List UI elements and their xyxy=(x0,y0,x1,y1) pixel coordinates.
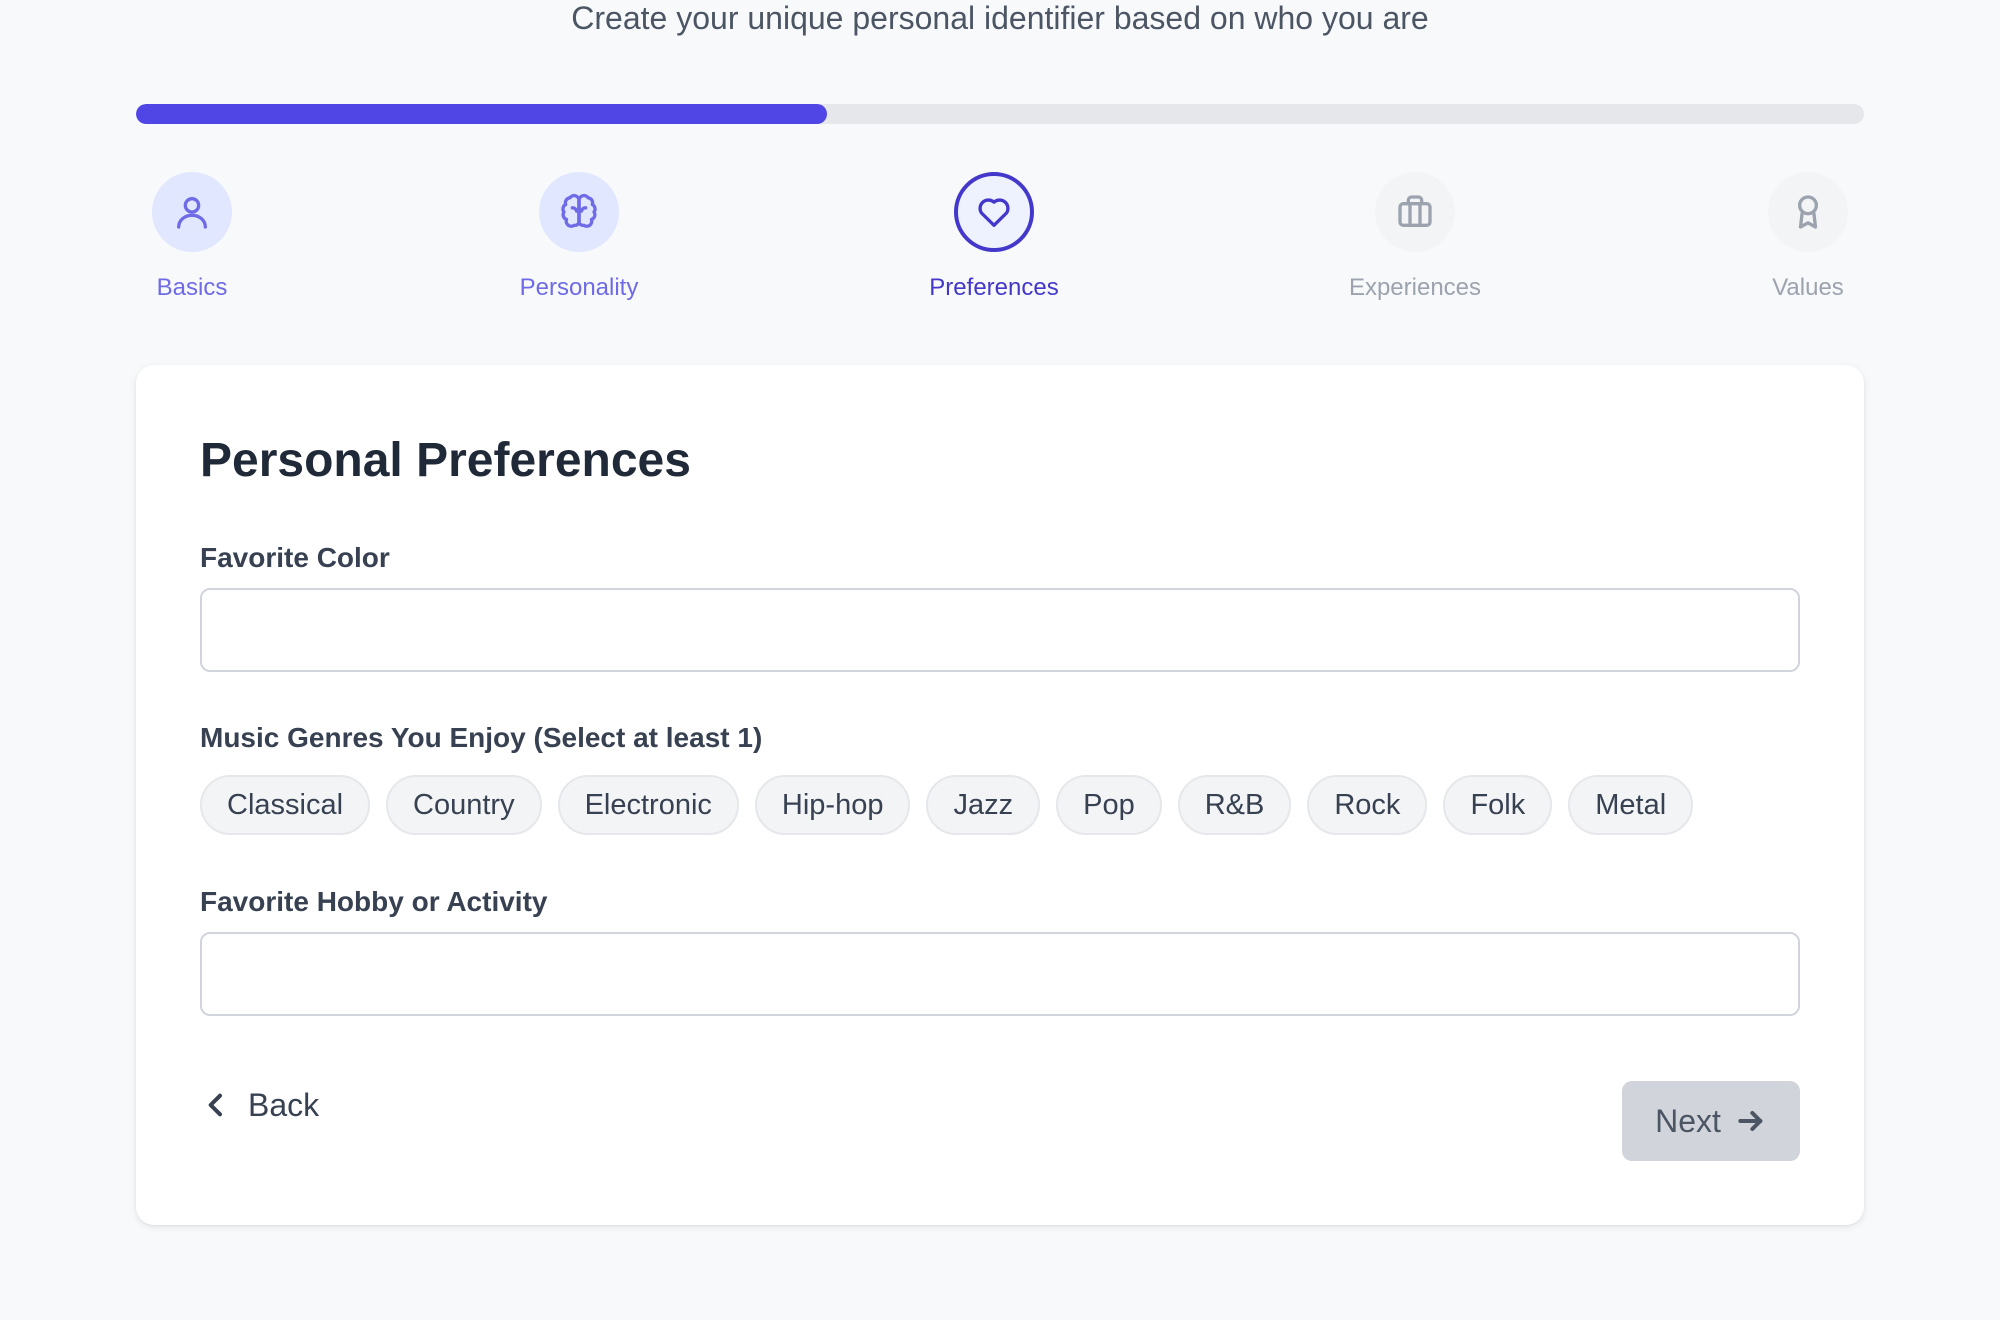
progress-bar xyxy=(136,104,1864,124)
genre-chip-classical[interactable]: Classical xyxy=(200,775,371,835)
step-experiences[interactable]: Experiences xyxy=(1295,172,1535,302)
step-indicator: Basics Personality Preferences Experienc… xyxy=(0,172,2000,312)
music-genre-chips: Classical Country Electronic Hip-hop Jaz… xyxy=(200,775,1694,835)
genre-chip-pop[interactable]: Pop xyxy=(1056,775,1162,835)
step-experiences-circle xyxy=(1375,172,1455,252)
favorite-color-input[interactable] xyxy=(200,588,1800,672)
page-subtitle: Create your unique personal identifier b… xyxy=(571,0,1429,36)
arrow-right-icon xyxy=(1738,1111,1763,1131)
preferences-card: Personal Preferences Favorite Color Musi… xyxy=(136,365,1864,1225)
genre-chip-jazz[interactable]: Jazz xyxy=(926,775,1041,835)
progress-bar-fill xyxy=(136,104,828,124)
genre-chip-hip-hop[interactable]: Hip-hop xyxy=(754,775,911,835)
step-values[interactable]: Values xyxy=(1688,172,1928,302)
favorite-color-label: Favorite Color xyxy=(200,542,390,573)
step-personality-circle xyxy=(539,172,619,252)
card-title: Personal Preferences xyxy=(200,434,691,487)
chevron-left-icon xyxy=(208,1093,222,1117)
genre-chip-rock[interactable]: Rock xyxy=(1307,775,1428,835)
next-button-label: Next xyxy=(1655,1102,1721,1139)
hobby-label: Favorite Hobby or Activity xyxy=(200,886,548,917)
music-genres-label: Music Genres You Enjoy (Select at least … xyxy=(200,722,763,753)
genre-chip-rnb[interactable]: R&B xyxy=(1177,775,1292,835)
back-button[interactable]: Back xyxy=(200,1077,319,1133)
next-button[interactable]: Next xyxy=(1622,1081,1800,1161)
step-personality[interactable]: Personality xyxy=(459,172,699,302)
step-preferences-label: Preferences xyxy=(929,274,1059,301)
step-values-circle xyxy=(1768,172,1848,252)
page: Create your unique personal identifier b… xyxy=(0,0,2000,1320)
user-icon xyxy=(177,197,207,229)
brain-icon xyxy=(561,193,597,228)
heart-icon xyxy=(978,198,1010,227)
step-basics-label: Basics xyxy=(156,274,228,301)
briefcase-icon xyxy=(1398,195,1432,227)
award-icon xyxy=(1798,195,1818,229)
step-basics-circle xyxy=(152,172,232,252)
genre-chip-electronic[interactable]: Electronic xyxy=(557,775,739,835)
step-personality-label: Personality xyxy=(519,274,639,301)
back-button-label: Back xyxy=(248,1086,320,1123)
step-preferences-circle xyxy=(954,172,1034,252)
step-values-label: Values xyxy=(1772,274,1844,301)
genre-chip-country[interactable]: Country xyxy=(386,775,542,835)
genre-chip-folk[interactable]: Folk xyxy=(1443,775,1553,835)
genre-chip-metal[interactable]: Metal xyxy=(1568,775,1694,835)
step-basics[interactable]: Basics xyxy=(72,172,312,302)
hobby-input[interactable] xyxy=(200,932,1800,1016)
step-experiences-label: Experiences xyxy=(1348,274,1482,301)
step-preferences[interactable]: Preferences xyxy=(874,172,1114,302)
